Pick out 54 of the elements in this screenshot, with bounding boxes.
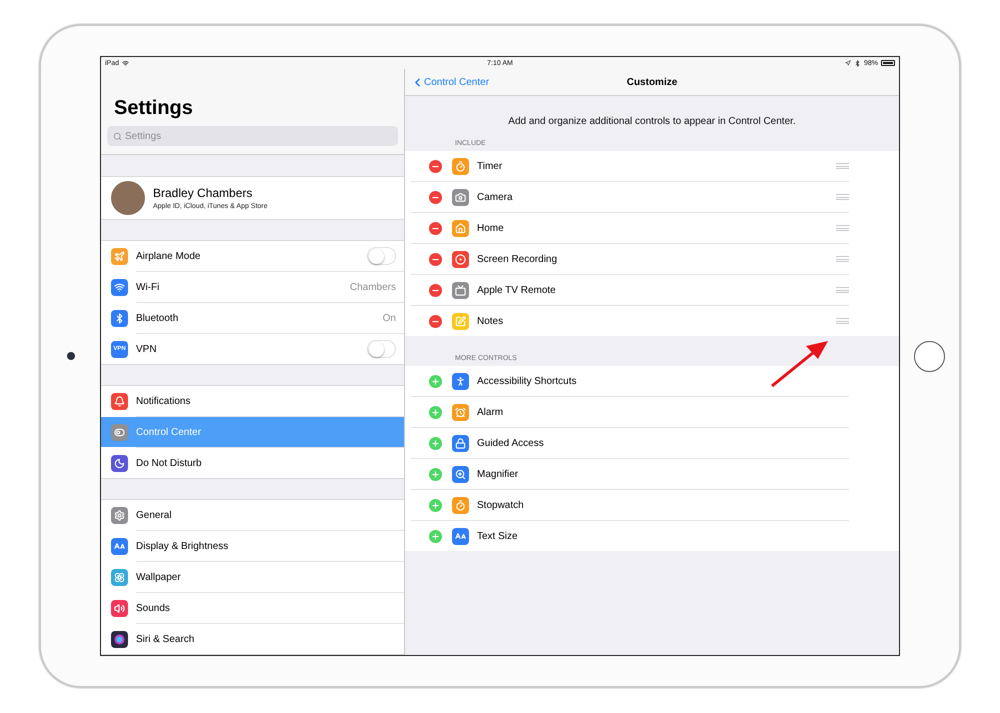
control-label: Guided Access xyxy=(477,438,545,448)
plus-icon xyxy=(431,500,440,510)
page-title: Customize xyxy=(626,76,678,88)
location-icon xyxy=(844,60,851,66)
bluetooth-icon xyxy=(854,60,861,66)
toggle-switch[interactable] xyxy=(367,247,396,265)
row-value: Chambers xyxy=(350,282,396,292)
add-button[interactable] xyxy=(429,468,442,480)
add-button[interactable] xyxy=(429,436,442,450)
plus-icon xyxy=(431,408,440,416)
drag-handle-icon[interactable] xyxy=(836,163,849,169)
control-label: Text Size xyxy=(477,530,519,542)
control-label: Alarm xyxy=(477,406,504,418)
plus-icon xyxy=(431,438,440,448)
camera-lens xyxy=(66,352,74,360)
back-link[interactable]: Control Center xyxy=(411,76,627,88)
row-value: On xyxy=(382,312,396,324)
control-label: Magnifier xyxy=(477,468,520,480)
arrow-annotation xyxy=(770,340,830,388)
add-button[interactable] xyxy=(429,374,442,388)
add-button[interactable] xyxy=(429,406,442,418)
drag-handle-icon[interactable] xyxy=(836,318,849,324)
control-label: Stopwatch xyxy=(477,500,525,510)
remove-button[interactable] xyxy=(429,284,442,296)
control-label: Accessibility Shortcuts xyxy=(477,376,578,386)
profile-name: Bradley Chambers xyxy=(153,186,254,200)
remove-button[interactable] xyxy=(429,160,442,172)
battery-icon xyxy=(881,60,895,66)
remove-button[interactable] xyxy=(429,314,442,328)
control-label: Notes xyxy=(477,316,504,326)
control-label: Timer xyxy=(477,160,504,172)
control-label: Home xyxy=(477,222,505,234)
home-button[interactable] xyxy=(914,340,945,372)
control-label: Camera xyxy=(477,192,514,202)
wifi-icon xyxy=(122,60,130,66)
drag-handle-icon[interactable] xyxy=(836,225,849,231)
drag-handle-icon[interactable] xyxy=(836,194,849,200)
description-text: Add and organize additional controls to appear in Control Center. xyxy=(507,115,797,129)
add-button[interactable] xyxy=(429,530,442,542)
plus-icon xyxy=(431,470,440,478)
add-button[interactable] xyxy=(429,498,442,512)
drag-handle-icon[interactable] xyxy=(836,287,849,293)
search-icon xyxy=(113,132,122,140)
remove-button[interactable] xyxy=(429,222,442,234)
control-label: Screen Recording xyxy=(477,254,558,264)
drag-handle-icon[interactable] xyxy=(836,256,849,262)
control-label: Apple TV Remote xyxy=(477,284,557,296)
plus-icon xyxy=(431,376,440,386)
toggle-switch[interactable] xyxy=(367,340,396,358)
avatar xyxy=(111,181,145,215)
remove-button[interactable] xyxy=(429,252,442,266)
sidebar-title: Settings xyxy=(113,97,194,120)
plus-icon xyxy=(431,532,440,540)
remove-button[interactable] xyxy=(429,190,442,204)
